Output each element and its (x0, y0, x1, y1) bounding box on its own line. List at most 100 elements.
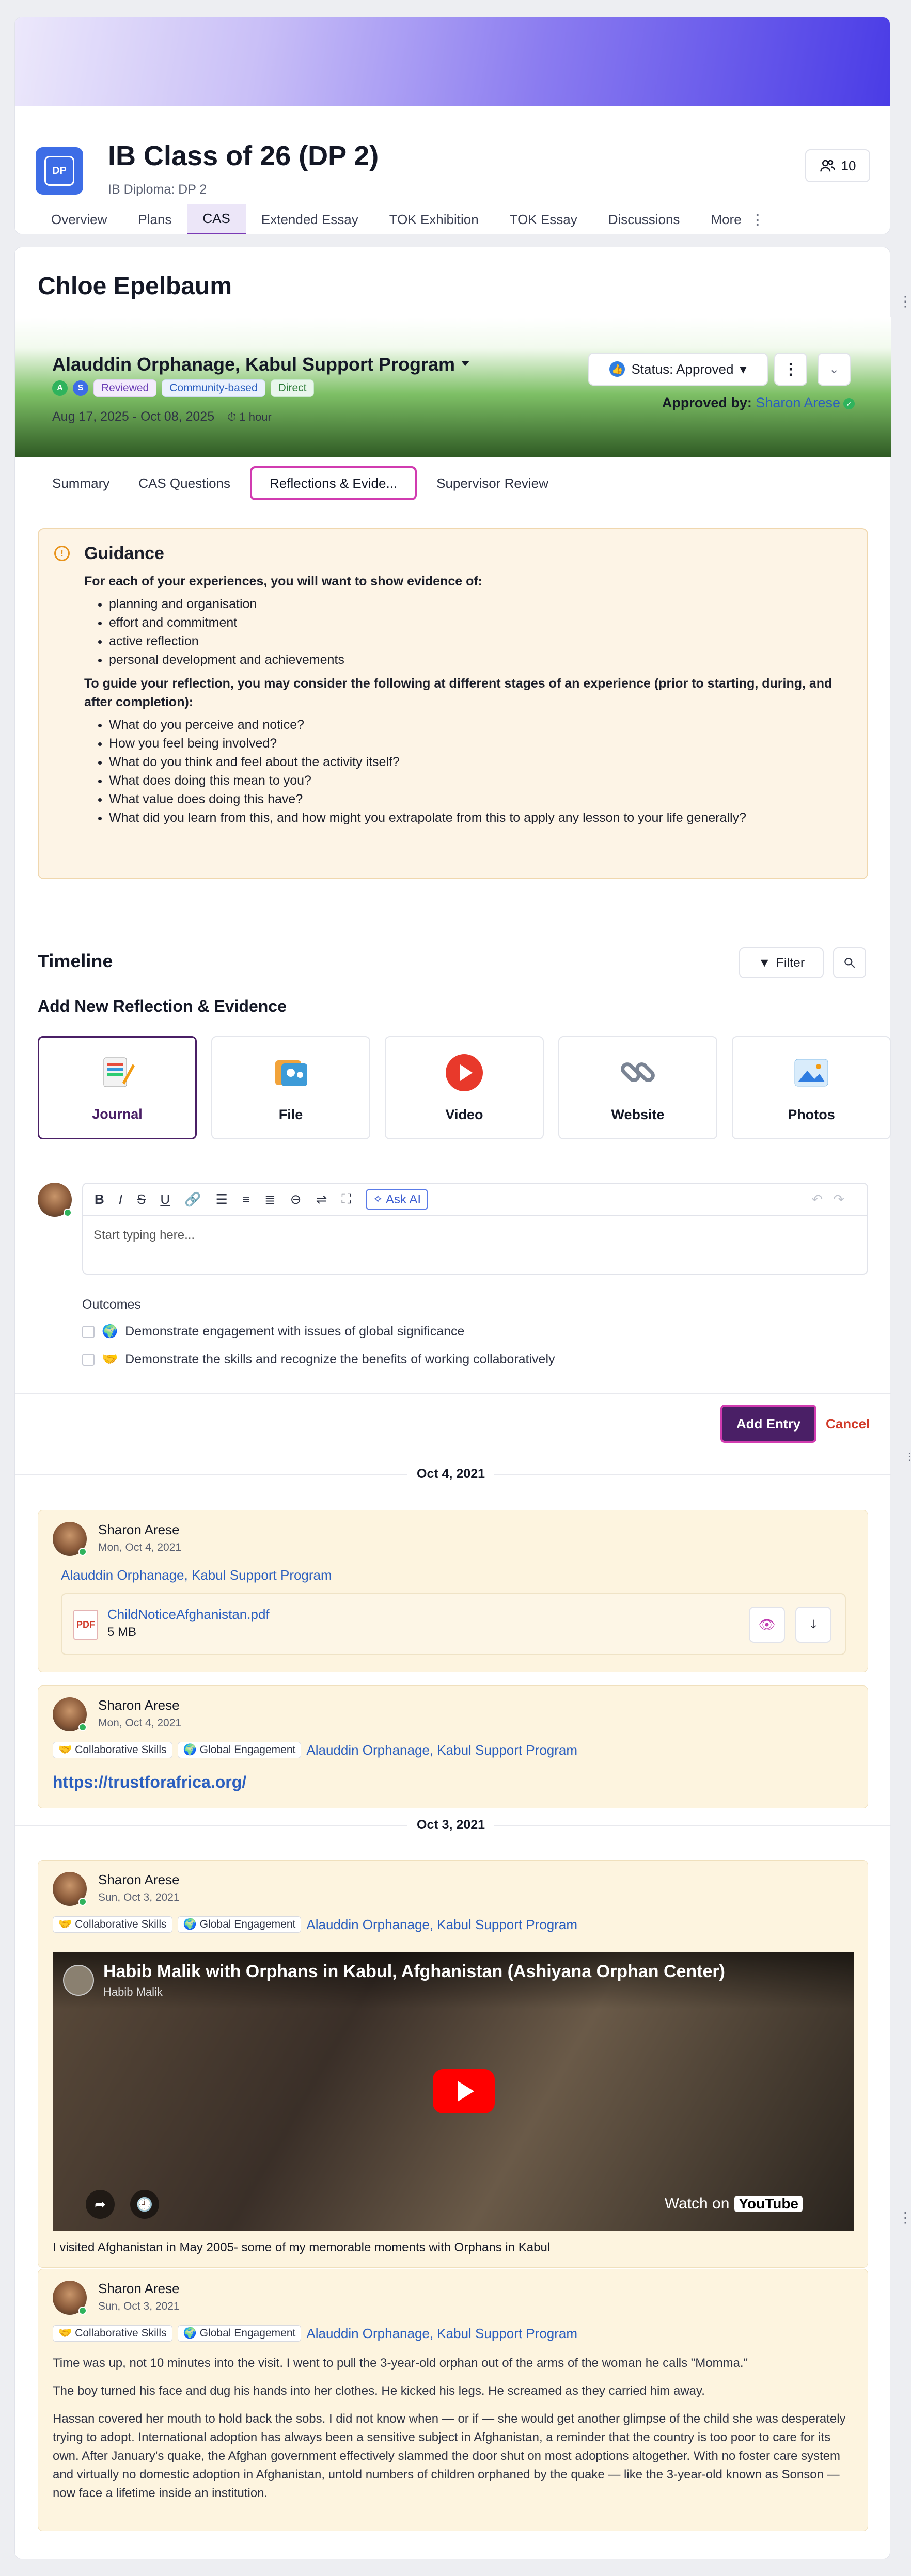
website-link[interactable]: https://trustforafrica.org/ (53, 1773, 246, 1792)
subtab-cas-questions[interactable]: CAS Questions (124, 468, 245, 499)
status-badge: Reviewed (93, 379, 157, 397)
entry-author: Sharon Arese (98, 2281, 180, 2296)
outcome-option[interactable]: 🤝 Demonstrate the skills and recognize th… (82, 1352, 555, 1367)
collaboration-icon: 🤝 (58, 1918, 72, 1930)
editor-toolbar: B I S U 🔗 ☰ ≡ ≣ ⊖ ⇌ ⛶ ✧ Ask AI ↶↷ (82, 1183, 868, 1215)
subtab-supervisor-review[interactable]: Supervisor Review (422, 468, 563, 499)
cancel-button[interactable]: Cancel (826, 1416, 870, 1432)
check-icon: ✓ (843, 397, 855, 409)
tab-discussions[interactable]: Discussions (593, 204, 696, 234)
approved-by: Approved by: Sharon Arese ✓ (662, 395, 855, 411)
tab-plans[interactable]: Plans (122, 204, 187, 234)
drag-handle-icon[interactable]: ⋮⋮ (904, 1450, 911, 1463)
checkbox[interactable] (82, 1325, 95, 1338)
search-icon (844, 958, 855, 968)
entry-chips: 🤝 Collaborative Skills 🌍 Global Engagement… (53, 2325, 577, 2342)
more-options-button[interactable]: ⋮ (774, 353, 807, 386)
tab-tok-exhibition[interactable]: TOK Exhibition (374, 204, 494, 234)
entry-chips: 🤝 Collaborative Skills 🌍 Global Engagement… (53, 1742, 577, 1758)
undo-redo-icon[interactable]: ↶↷ (811, 1191, 855, 1207)
search-button[interactable] (833, 947, 866, 978)
type-file[interactable]: File (211, 1036, 370, 1139)
type-website[interactable]: Website (558, 1036, 717, 1139)
experience-link[interactable]: Alauddin Orphanage, Kabul Support Progra… (306, 1742, 577, 1758)
download-button[interactable]: ⤓ (795, 1607, 831, 1643)
timeline-title: Timeline (38, 950, 113, 972)
fullscreen-icon[interactable]: ⛶ (341, 1191, 351, 1207)
watch-on-youtube[interactable]: Watch on YouTube (665, 2195, 803, 2213)
watch-later-icon[interactable]: 🕘 (130, 2190, 159, 2219)
type-journal[interactable]: Journal (38, 1036, 197, 1139)
subtab-summary[interactable]: Summary (38, 468, 124, 499)
share-icon[interactable]: ➦ (86, 2190, 115, 2219)
tab-overview[interactable]: Overview (36, 204, 122, 234)
timeline-entry: Sharon Arese Mon, Oct 4, 2021 🤝 Collabora… (38, 1685, 868, 1808)
tab-extended-essay[interactable]: Extended Essay (246, 204, 374, 234)
outcomes-label: Outcomes (82, 1297, 141, 1312)
status-dropdown[interactable]: 👍 Status: Approved ▾ (588, 353, 768, 386)
drag-handle-icon[interactable]: ⋮⋮ (898, 2209, 911, 2226)
more-vertical-icon: ⋮ (750, 211, 764, 227)
collapse-button[interactable]: ⌄ (818, 353, 851, 386)
type-photos[interactable]: Photos (732, 1036, 891, 1139)
channel-avatar[interactable] (63, 1965, 94, 1996)
approver-link[interactable]: Sharon Arese (756, 395, 840, 410)
outcome-chip: 🤝 Collaborative Skills (53, 1742, 172, 1758)
experience-dates: Aug 17, 2025 - Oct 08, 2025 ⏱ 1 hour (52, 409, 272, 424)
experience-link[interactable]: Alauddin Orphanage, Kabul Support Progra… (61, 1567, 332, 1583)
file-name[interactable]: ChildNoticeAfghanistan.pdf (107, 1607, 270, 1623)
experience-tags: A S Reviewed Community-based Direct (52, 379, 315, 397)
eye-icon: 👁 (758, 1616, 776, 1632)
outcome-option[interactable]: 🌍 Demonstrate engagement with issues of g… (82, 1324, 464, 1339)
experience-link[interactable]: Alauddin Orphanage, Kabul Support Progra… (306, 1917, 577, 1933)
entry-author: Sharon Arese (98, 1522, 180, 1537)
video-author: Habib Malik (103, 1985, 163, 1998)
editor-input[interactable]: Start typing here... (82, 1215, 868, 1275)
online-indicator (64, 1209, 72, 1217)
guidance-box: ! Guidance For each of your experiences,… (38, 528, 868, 879)
align-icon[interactable]: ≣ (264, 1191, 276, 1207)
type-badge: Direct (270, 379, 315, 397)
file-attachment: PDF ChildNoticeAfghanistan.pdf 5 MB 👁 ⤓ (61, 1593, 846, 1655)
info-icon: ! (54, 546, 70, 561)
strikethrough-icon[interactable]: S (137, 1191, 146, 1207)
members-button[interactable]: 10 (805, 149, 870, 182)
italic-icon[interactable]: I (119, 1191, 122, 1207)
filter-button[interactable]: ▼ Filter (739, 947, 824, 978)
pdf-icon: PDF (73, 1610, 98, 1640)
type-video[interactable]: Video (385, 1036, 544, 1139)
subtab-reflections[interactable]: Reflections & Evide... (250, 466, 417, 500)
experience-link[interactable]: Alauddin Orphanage, Kabul Support Progra… (306, 2326, 577, 2342)
divider-icon[interactable]: ⊖ (290, 1191, 302, 1207)
clock-icon: ⏱ (227, 410, 237, 423)
tab-more[interactable]: More ⋮ (695, 204, 779, 234)
add-entry-button[interactable]: Add Entry (720, 1405, 816, 1443)
format-clear-icon[interactable]: ⇌ (316, 1191, 327, 1207)
online-indicator (78, 1723, 87, 1731)
duration: ⏱ 1 hour (227, 410, 272, 423)
globe-icon: 🌍 (183, 1744, 197, 1756)
checkbox[interactable] (82, 1353, 95, 1366)
underline-icon[interactable]: U (160, 1191, 170, 1207)
type-badge: Community-based (162, 379, 265, 397)
link-icon[interactable]: 🔗 (184, 1191, 201, 1207)
entry-date: Sun, Oct 3, 2021 (98, 2300, 180, 2312)
tab-tok-essay[interactable]: TOK Essay (494, 204, 593, 234)
drag-handle-icon[interactable]: ⋮⋮ (898, 293, 911, 310)
entry-chips: 🤝 Collaborative Skills 🌍 Global Engagement… (53, 1916, 577, 1933)
bold-icon[interactable]: B (95, 1191, 104, 1207)
timeline-entry: Sharon Arese Sun, Oct 3, 2021 🤝 Collabora… (38, 2269, 868, 2531)
tab-cas[interactable]: CAS (187, 204, 246, 234)
play-button[interactable] (433, 2069, 495, 2113)
experience-title[interactable]: Alauddin Orphanage, Kabul Support Progra… (52, 354, 469, 375)
photo-icon (791, 1052, 832, 1093)
course-header: DP IB Class of 26 (DP 2) IB Diploma: DP … (14, 17, 890, 234)
link-icon (617, 1052, 658, 1093)
ask-ai-button[interactable]: ✧ Ask AI (365, 1188, 429, 1210)
bullet-list-icon[interactable]: ☰ (216, 1191, 228, 1207)
numbered-list-icon[interactable]: ≡ (242, 1191, 250, 1207)
video-embed[interactable]: Habib Malik with Orphans in Kabul, Afgha… (53, 1952, 854, 2231)
timeline-entry: Sharon Arese Mon, Oct 4, 2021 Alauddin O… (38, 1510, 868, 1672)
preview-button[interactable]: 👁 (749, 1607, 785, 1643)
video-title[interactable]: Habib Malik with Orphans in Kabul, Afgha… (103, 1962, 725, 1982)
